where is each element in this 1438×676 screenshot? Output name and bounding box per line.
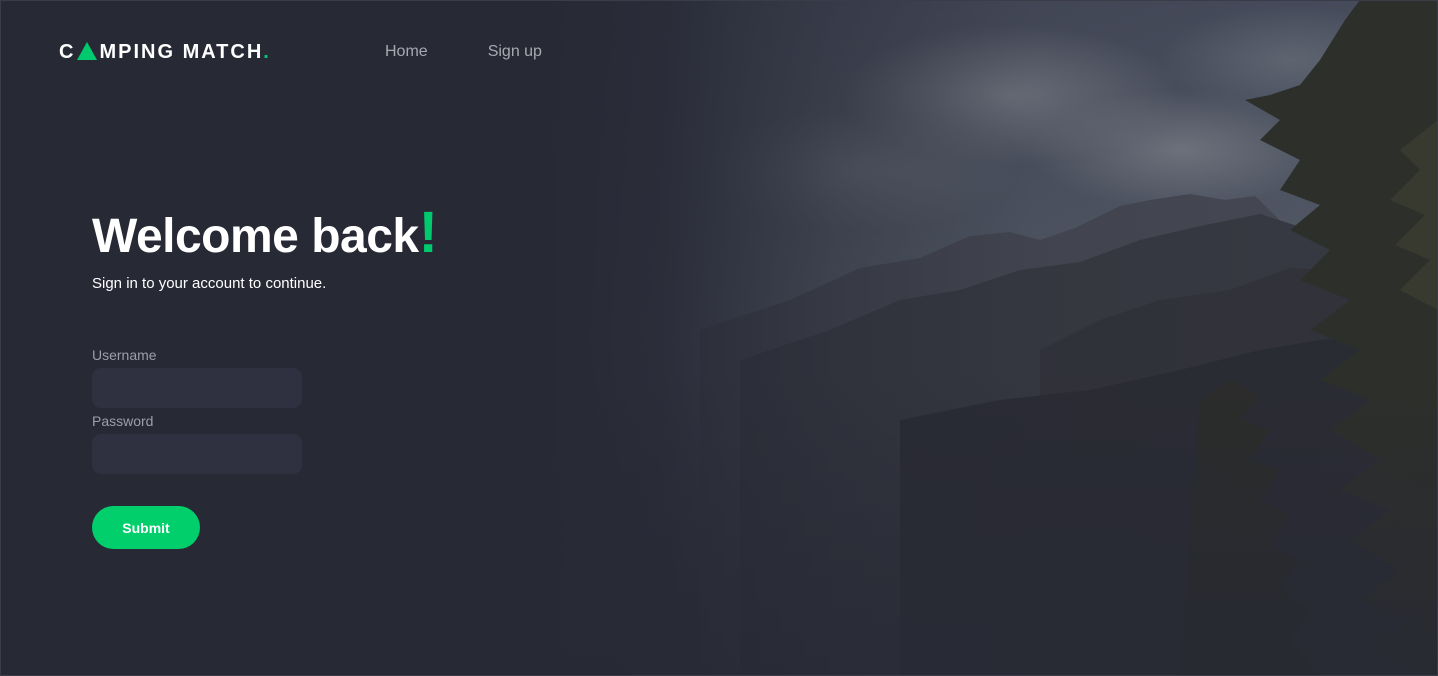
title-exclamation: ! [418,200,438,265]
main-nav: Home Sign up [385,43,542,61]
password-input[interactable] [92,434,302,474]
submit-button[interactable]: Submit [92,506,200,549]
nav-signup-link[interactable]: Sign up [488,43,542,61]
username-label: Username [92,347,157,363]
password-label: Password [92,413,154,429]
nav-home-link[interactable]: Home [385,43,428,61]
page-title: Welcome back! [92,198,492,272]
login-page: C MPING MATCH. Home Sign up Welcome back!… [0,0,1438,676]
brand-name-end: MPING MATCH [99,40,264,63]
brand-name-start: C [59,40,76,63]
username-input[interactable] [92,368,302,408]
login-section: Welcome back! Sign in to your account to… [92,198,492,549]
tent-triangle-icon [77,42,98,60]
site-header: C MPING MATCH. Home Sign up [0,0,1438,106]
page-title-text: Welcome back [92,210,419,263]
login-form: Username Password Submit [92,346,492,549]
page-subtitle: Sign in to your account to continue. [92,275,327,292]
brand-dot: . [263,40,269,63]
brand-logo[interactable]: C MPING MATCH. [59,40,269,64]
